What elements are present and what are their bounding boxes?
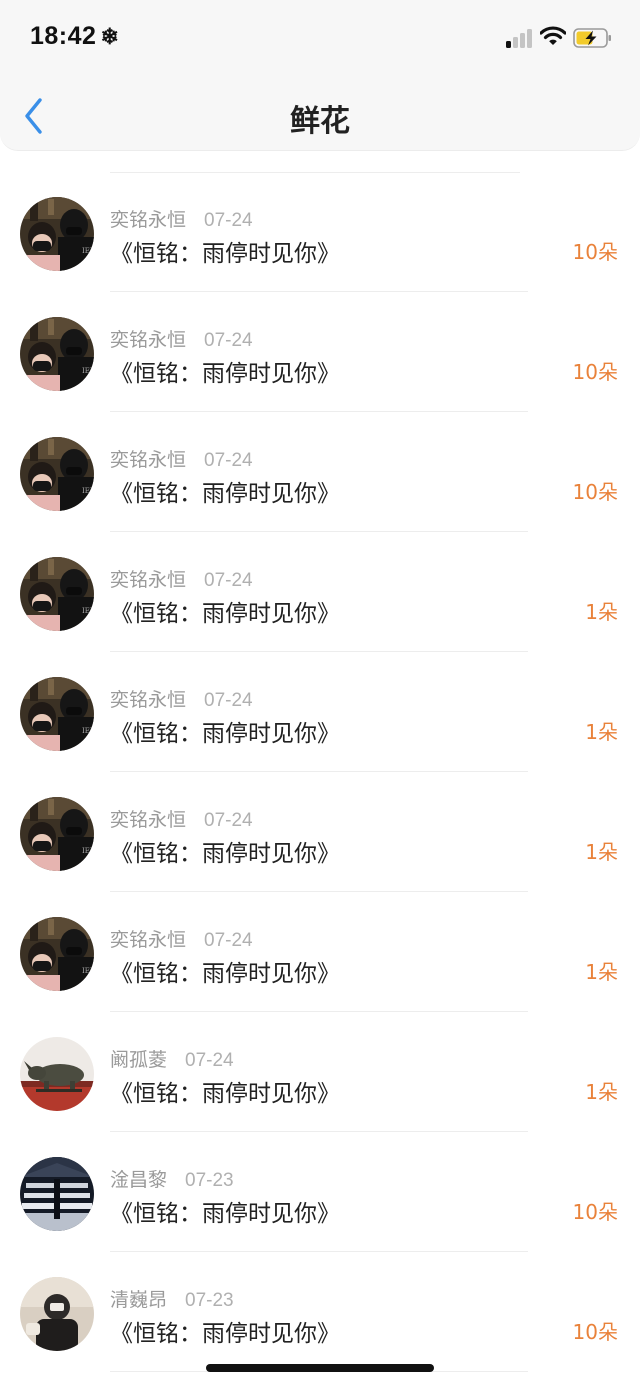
list-item[interactable]: IER 奕铭永恒 07-24 《恒铭：雨停时见你》 10朵	[0, 292, 640, 412]
avatar[interactable]: IER	[20, 317, 94, 391]
user-name-text: 奕铭永恒	[110, 449, 187, 471]
work-title[interactable]: 《恒铭：雨停时见你》	[110, 474, 340, 508]
avatar[interactable]	[20, 1277, 94, 1351]
user-name: 淦昌黎 07-23	[110, 1165, 234, 1192]
work-title[interactable]: 《恒铭：雨停时见你》	[110, 714, 340, 748]
nav-header: 18:42 ❄ 鲜花	[0, 0, 640, 151]
user-name: 奕铭永恒 07-24	[110, 445, 253, 472]
list-item[interactable]: IER 奕铭永恒 07-24 《恒铭：雨停时见你》 1朵	[0, 892, 640, 1012]
user-name: 奕铭永恒 07-24	[110, 685, 253, 712]
gift-date: 07-24	[204, 810, 253, 831]
work-title[interactable]: 《恒铭：雨停时见你》	[110, 954, 340, 988]
user-name-text: 奕铭永恒	[110, 209, 187, 231]
svg-text:IER: IER	[82, 247, 94, 255]
svg-text:IER: IER	[82, 607, 94, 615]
list-item[interactable]: IER 奕铭永恒 07-24 《恒铭：雨停时见你》 10朵	[0, 412, 640, 532]
snowflake-icon: ❄	[100, 24, 120, 49]
gift-date: 07-24	[204, 450, 253, 471]
battery-charging-icon	[573, 28, 611, 48]
user-name-text: 淦昌黎	[110, 1169, 168, 1191]
avatar[interactable]: IER	[20, 677, 94, 751]
work-title[interactable]: 《恒铭：雨停时见你》	[110, 234, 340, 268]
gift-date: 07-24	[185, 1050, 234, 1071]
flower-count: 10朵	[572, 240, 618, 264]
home-indicator[interactable]	[206, 1364, 434, 1372]
avatar[interactable]	[20, 1037, 94, 1111]
user-name-text: 清巍昂	[110, 1289, 168, 1311]
work-title[interactable]: 《恒铭：雨停时见你》	[110, 834, 340, 868]
avatar[interactable]	[20, 1157, 94, 1231]
gift-date: 07-24	[204, 330, 253, 351]
svg-text:IER: IER	[82, 487, 94, 495]
user-name: 奕铭永恒 07-24	[110, 925, 253, 952]
list-item[interactable]: 清巍昂 07-23 《恒铭：雨停时见你》 10朵	[0, 1252, 640, 1372]
flower-count: 10朵	[572, 360, 618, 384]
list-item[interactable]: IER 奕铭永恒 07-24 《恒铭：雨停时见你》 1朵	[0, 532, 640, 652]
user-name-text: 奕铭永恒	[110, 809, 187, 831]
svg-text:IER: IER	[82, 967, 94, 975]
user-name-text: 奕铭永恒	[110, 569, 187, 591]
user-name-text: 阚孤菱	[110, 1049, 168, 1071]
avatar[interactable]: IER	[20, 797, 94, 871]
page-title: 鲜花	[290, 104, 350, 139]
gift-date: 07-24	[204, 570, 253, 591]
list-item[interactable]: 阚孤菱 07-24 《恒铭：雨停时见你》 1朵	[0, 1012, 640, 1132]
avatar[interactable]: IER	[20, 437, 94, 511]
flower-count: 1朵	[585, 840, 618, 864]
status-time-text: 18:42	[30, 22, 97, 50]
gift-date: 07-23	[185, 1290, 234, 1311]
list-item[interactable]: 淦昌黎 07-23 《恒铭：雨停时见你》 10朵	[0, 1132, 640, 1252]
user-name: 奕铭永恒 07-24	[110, 565, 253, 592]
list-item[interactable]: IER 奕铭永恒 07-24 《恒铭：雨停时见你》 10朵	[0, 172, 640, 292]
flower-list: IER 奕铭永恒 07-24 《恒铭：雨停时见你》 10朵 IER 奕铭永恒 07-24…	[0, 172, 640, 1372]
user-name-text: 奕铭永恒	[110, 329, 187, 351]
gift-date: 07-24	[204, 210, 253, 231]
user-name: 奕铭永恒 07-24	[110, 325, 253, 352]
user-name: 奕铭永恒 07-24	[110, 205, 253, 232]
gift-date: 07-23	[185, 1170, 234, 1191]
gift-date: 07-24	[204, 930, 253, 951]
user-name-text: 奕铭永恒	[110, 929, 187, 951]
cellular-signal-icon	[506, 28, 534, 48]
wifi-icon	[540, 26, 566, 45]
svg-text:IER: IER	[82, 367, 94, 375]
gift-date: 07-24	[204, 690, 253, 711]
user-name-text: 奕铭永恒	[110, 689, 187, 711]
work-title[interactable]: 《恒铭：雨停时见你》	[110, 354, 340, 388]
flower-count: 1朵	[585, 1080, 618, 1104]
flower-count: 10朵	[572, 1320, 618, 1344]
status-time: 18:42 ❄	[30, 22, 119, 51]
flower-count: 10朵	[572, 480, 618, 504]
list-item[interactable]: IER 奕铭永恒 07-24 《恒铭：雨停时见你》 1朵	[0, 652, 640, 772]
flower-count: 1朵	[585, 960, 618, 984]
work-title[interactable]: 《恒铭：雨停时见你》	[110, 1314, 340, 1348]
work-title[interactable]: 《恒铭：雨停时见你》	[110, 1194, 340, 1228]
avatar[interactable]: IER	[20, 197, 94, 271]
work-title[interactable]: 《恒铭：雨停时见你》	[110, 1074, 340, 1108]
svg-text:IER: IER	[82, 727, 94, 735]
avatar[interactable]: IER	[20, 557, 94, 631]
work-title[interactable]: 《恒铭：雨停时见你》	[110, 594, 340, 628]
user-name: 奕铭永恒 07-24	[110, 805, 253, 832]
flower-count: 1朵	[585, 720, 618, 744]
flower-count: 10朵	[572, 1200, 618, 1224]
list-item[interactable]: IER 奕铭永恒 07-24 《恒铭：雨停时见你》 1朵	[0, 772, 640, 892]
user-name: 阚孤菱 07-24	[110, 1045, 234, 1072]
flower-count: 1朵	[585, 600, 618, 624]
avatar[interactable]: IER	[20, 917, 94, 991]
svg-text:IER: IER	[82, 847, 94, 855]
user-name: 清巍昂 07-23	[110, 1285, 234, 1312]
